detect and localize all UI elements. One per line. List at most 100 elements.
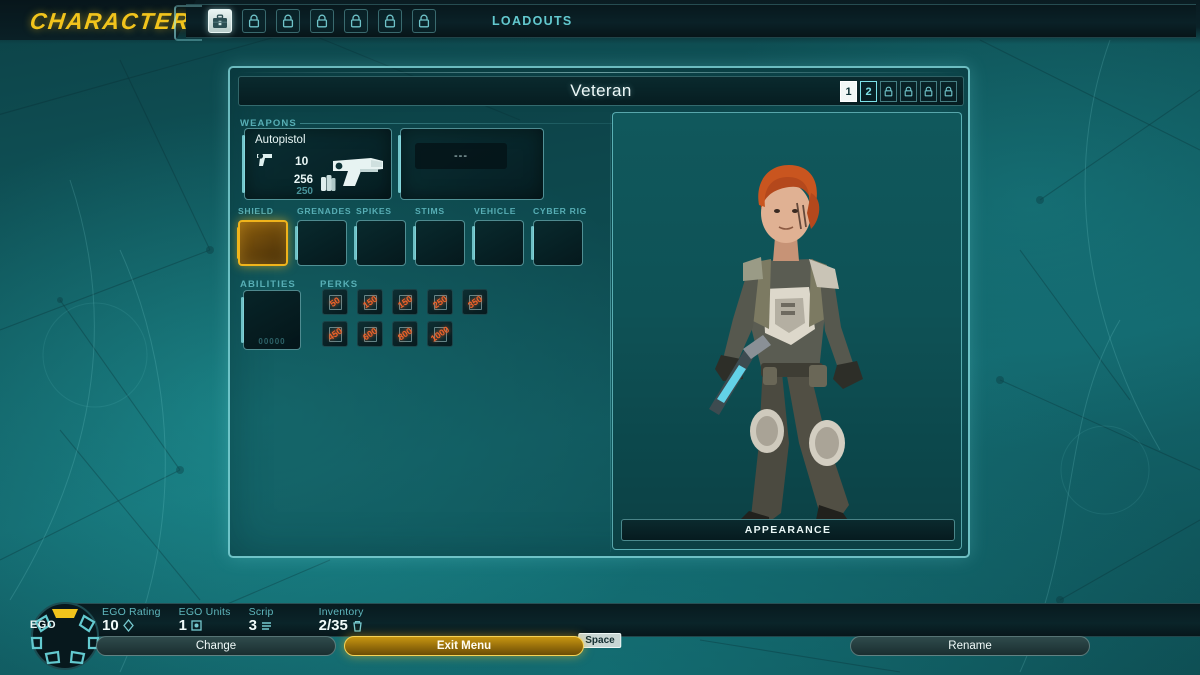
locked-tab-5[interactable]	[378, 9, 402, 33]
perk-row: 450 600 800 1000	[322, 321, 538, 347]
stat-value: 2/35	[318, 617, 348, 634]
equipment-box[interactable]	[295, 220, 347, 266]
stat-ego-rating: EGO Rating 10	[102, 606, 161, 634]
equipment-box[interactable]	[531, 220, 583, 266]
loadout-slot-2[interactable]: 2	[860, 81, 877, 102]
character-model	[709, 165, 863, 541]
weapon-name: Autopistol	[255, 134, 306, 146]
stat-value-row: 2/35	[319, 617, 371, 634]
perk-slot-locked[interactable]: 150	[392, 289, 418, 315]
loadout-slot-6-locked[interactable]	[940, 81, 957, 102]
ego-label: EGO	[29, 619, 57, 631]
equipment-slot-grenades[interactable]: GRENADES	[295, 206, 351, 266]
equipment-slot-shield[interactable]: SHIELD	[237, 206, 288, 266]
lock-icon	[350, 14, 362, 28]
inventory-icon	[353, 620, 362, 632]
stat-inventory: Inventory 2/35	[319, 606, 371, 634]
ability-slot[interactable]: 00000	[241, 290, 301, 350]
pistol-render	[333, 158, 383, 186]
locked-tab-2[interactable]	[276, 9, 300, 33]
equipment-label: STIMS	[415, 206, 445, 216]
lock-icon	[282, 14, 294, 28]
lock-icon	[384, 14, 396, 28]
lock-icon	[944, 86, 953, 97]
perk-slot-locked[interactable]: 250	[427, 289, 453, 315]
weapon-slot-secondary[interactable]: ---	[398, 128, 544, 200]
lock-icon	[904, 86, 913, 97]
lock-icon	[884, 86, 893, 97]
perk-slot-locked[interactable]: 150	[357, 289, 383, 315]
kit-tab[interactable]	[208, 9, 232, 33]
perk-slot-locked[interactable]: 600	[357, 321, 383, 347]
lock-icon	[316, 14, 328, 28]
equipment-slot-stims[interactable]: STIMS	[413, 206, 465, 266]
ego-rating-icon	[122, 619, 134, 632]
exit-menu-button[interactable]: Exit Menu	[344, 636, 584, 656]
loadout-slot-3-locked[interactable]	[880, 81, 897, 102]
weapon-damage: 10	[295, 154, 309, 168]
rename-button[interactable]: Rename	[850, 636, 1090, 656]
stats-list: EGO Rating 10 EGO Units 1 Scrip 3 Invent…	[102, 606, 371, 634]
pistol-icon	[257, 153, 272, 166]
loadout-name: Veteran	[570, 81, 632, 100]
stat-value: 1	[178, 617, 187, 634]
perk-slot-locked[interactable]: 350	[462, 289, 488, 315]
loadout-slot-1[interactable]: 1	[840, 81, 857, 102]
equipment-slot-vehicle[interactable]: VEHICLE	[472, 206, 524, 266]
equipment-label: SPIKES	[356, 206, 392, 216]
equipment-box[interactable]	[354, 220, 406, 266]
weapon-ammo-current: 256	[293, 174, 313, 186]
stats-slab: EGO Rating 10 EGO Units 1 Scrip 3 Invent…	[62, 603, 1200, 637]
perk-slot-locked[interactable]: 1000	[427, 321, 453, 347]
locked-tab-1[interactable]	[242, 9, 266, 33]
weapon-empty-placeholder: ---	[415, 143, 507, 169]
locked-tab-4[interactable]	[344, 9, 368, 33]
stat-ego-units: EGO Units 1	[179, 606, 231, 634]
tab-strip: LOADOUTS	[174, 4, 1196, 41]
stat-value: 3	[248, 617, 257, 634]
perk-grid: 50 150 150 250 350 450 600 800 1000	[322, 289, 538, 353]
perk-row: 50 150 150 250 350	[322, 289, 538, 315]
ego-wheel-widget[interactable]	[22, 600, 108, 672]
appearance-button[interactable]: APPEARANCE	[621, 519, 955, 541]
status-bar: EGO Rating 10 EGO Units 1 Scrip 3 Invent…	[0, 597, 1200, 675]
equipment-label: SHIELD	[238, 206, 274, 216]
perk-slot-locked[interactable]: 50	[322, 289, 348, 315]
ego-keybind: Space	[578, 633, 622, 648]
perk-slot-locked[interactable]: 800	[392, 321, 418, 347]
ego-units-icon	[191, 620, 202, 631]
lock-icon	[418, 14, 430, 28]
stat-value-row: 1	[179, 617, 231, 634]
abilities-section-label: ABILITIES	[240, 279, 296, 290]
panel-divider	[610, 114, 611, 552]
equipment-slot-spikes[interactable]: SPIKES	[354, 206, 406, 266]
page-title: CHARACTER	[28, 8, 192, 34]
stat-scrip: Scrip 3	[249, 606, 301, 634]
perk-slot-locked[interactable]: 450	[322, 321, 348, 347]
stat-value-row: 10	[102, 617, 161, 634]
loadout-slot-row: 1 2	[840, 81, 957, 102]
equipment-box[interactable]	[472, 220, 524, 266]
equipment-label: VEHICLE	[474, 206, 517, 216]
scrip-icon	[261, 622, 271, 630]
stat-value-row: 3	[249, 617, 301, 634]
change-button[interactable]: Change	[96, 636, 336, 656]
equipment-label: CYBER RIG	[533, 206, 588, 216]
weapon-ammo-reserve: 250	[296, 186, 313, 197]
top-navigation-bar: CHARACTER LOADOUTS	[0, 0, 1200, 44]
character-preview[interactable]: APPEARANCE	[612, 112, 962, 550]
lock-icon	[924, 86, 933, 97]
equipment-slot-cyber-rig[interactable]: CYBER RIG	[531, 206, 588, 266]
game-screen: CHARACTER LOADOUTS Veteran 1 2 WEAPONS A…	[0, 0, 1200, 675]
weapon-slot-primary[interactable]: Autopistol 10 256 250	[242, 128, 392, 200]
loadouts-label: LOADOUTS	[492, 14, 573, 28]
equipment-box[interactable]	[237, 220, 288, 266]
locked-tab-6[interactable]	[412, 9, 436, 33]
lock-icon	[248, 14, 260, 28]
loadout-slot-5-locked[interactable]	[920, 81, 937, 102]
briefcase-icon	[213, 14, 227, 28]
loadout-slot-4-locked[interactable]	[900, 81, 917, 102]
locked-tab-3[interactable]	[310, 9, 334, 33]
ability-slot-cost: 00000	[258, 337, 286, 346]
equipment-box[interactable]	[413, 220, 465, 266]
